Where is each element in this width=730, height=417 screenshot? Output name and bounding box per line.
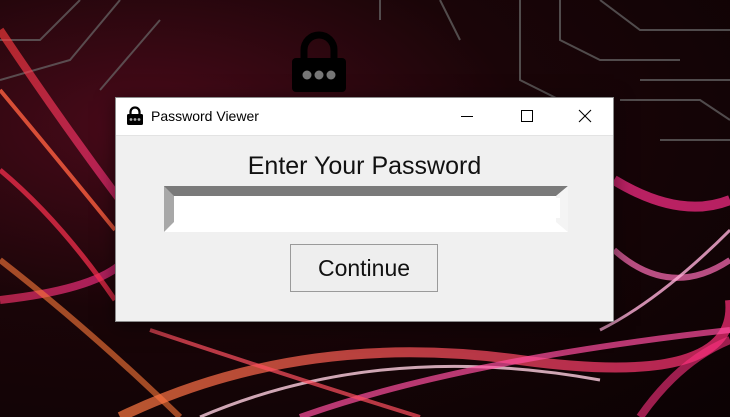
maximize-icon (521, 110, 533, 122)
minimize-icon (461, 116, 473, 117)
window-title: Password Viewer (151, 108, 259, 124)
maximize-button[interactable] (504, 98, 550, 135)
lock-icon (127, 106, 143, 125)
close-icon (578, 109, 592, 123)
password-viewer-window: Password Viewer Enter Your Password Cont… (115, 97, 614, 322)
continue-button[interactable]: Continue (290, 244, 438, 292)
minimize-button[interactable] (444, 98, 490, 135)
close-button[interactable] (562, 98, 608, 135)
title-bar[interactable]: Password Viewer (116, 98, 613, 136)
password-input[interactable] (174, 198, 560, 218)
desktop-lock-icon (292, 31, 346, 92)
password-prompt-heading: Enter Your Password (247, 152, 482, 180)
